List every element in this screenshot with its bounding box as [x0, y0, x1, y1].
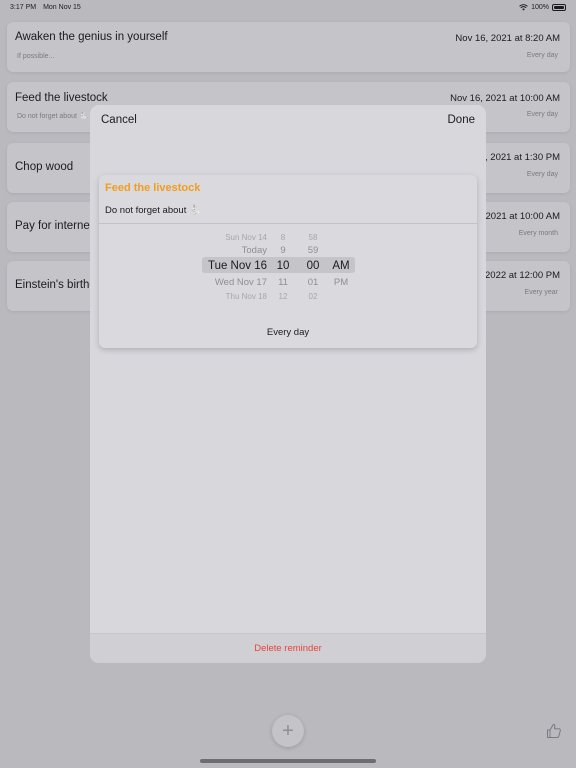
- picker-period-option[interactable]: PM: [328, 277, 354, 288]
- edit-reminder-sheet: Cancel Done Feed the livestock Do not fo…: [90, 105, 486, 663]
- status-bar: 3:17 PM Mon Nov 15 100%: [0, 0, 576, 14]
- picker-hour-option[interactable]: 12: [269, 292, 297, 301]
- reminder-frequency: Every day: [526, 111, 558, 118]
- reminder-note-field[interactable]: Do not forget about 🐇: [105, 205, 201, 216]
- reminder-date: Nov 16, 2021 at 8:20 AM: [455, 33, 560, 44]
- reminder-editor-card: Feed the livestock Do not forget about 🐇…: [99, 175, 477, 348]
- picker-day-option[interactable]: Sun Nov 14: [225, 233, 267, 242]
- picker-day-selected[interactable]: Tue Nov 16: [208, 260, 267, 272]
- picker-hour-option[interactable]: 8: [269, 233, 297, 242]
- battery-icon: [552, 3, 566, 11]
- reminder-title: Chop wood: [15, 161, 74, 173]
- done-button[interactable]: Done: [448, 114, 476, 126]
- picker-hour-option[interactable]: 11: [269, 277, 297, 288]
- picker-day-option[interactable]: Thu Nov 18: [226, 292, 267, 301]
- wifi-icon: [519, 3, 528, 10]
- reminder-date: 2022 at 12:00 PM: [485, 270, 560, 281]
- divider: [99, 223, 477, 224]
- reminder-title-field[interactable]: Feed the livestock: [105, 182, 200, 194]
- add-reminder-button[interactable]: +: [272, 715, 304, 747]
- reminder-subtitle: If possible...: [17, 53, 55, 60]
- reminder-title: Awaken the genius in yourself: [15, 31, 168, 43]
- reminder-title: Einstein's birthd: [15, 279, 96, 291]
- reminder-frequency: Every year: [524, 289, 558, 296]
- delete-reminder-button[interactable]: Delete reminder: [254, 643, 322, 654]
- reminder-frequency: Every month: [518, 230, 558, 237]
- picker-minute-option[interactable]: 01: [299, 277, 327, 288]
- thumbs-up-icon[interactable]: [546, 723, 562, 739]
- reminder-card[interactable]: Awaken the genius in yourself If possibl…: [7, 22, 570, 72]
- picker-hour-option[interactable]: 9: [269, 245, 297, 256]
- picker-minute-selected[interactable]: 00: [299, 260, 327, 272]
- picker-minute-option[interactable]: 02: [299, 292, 327, 301]
- picker-period-selected[interactable]: AM: [328, 260, 354, 272]
- reminder-title: Pay for internet: [15, 220, 93, 232]
- repeat-frequency-button[interactable]: Every day: [99, 327, 477, 338]
- reminder-frequency: Every day: [526, 52, 558, 59]
- reminder-date: 2021 at 10:00 AM: [485, 211, 560, 222]
- status-right: 100%: [519, 3, 566, 11]
- picker-day-option[interactable]: Wed Nov 17: [215, 277, 267, 288]
- cancel-button[interactable]: Cancel: [101, 114, 137, 126]
- status-date: Mon Nov 15: [43, 3, 81, 11]
- delete-bar: Delete reminder: [90, 633, 486, 663]
- picker-hour-selected[interactable]: 10: [269, 260, 297, 272]
- reminder-frequency: Every day: [526, 171, 558, 178]
- plus-icon: +: [282, 719, 294, 742]
- battery-percent: 100%: [531, 3, 549, 11]
- date-time-picker[interactable]: Sun Nov 14 Today Tue Nov 16 Wed Nov 17 T…: [99, 230, 477, 302]
- reminder-date: 6, 2021 at 1:30 PM: [479, 152, 560, 163]
- picker-minute-option[interactable]: 59: [299, 245, 327, 256]
- picker-day-option[interactable]: Today: [242, 245, 267, 256]
- reminder-subtitle: Do not forget about 🐇: [17, 113, 88, 120]
- picker-minute-option[interactable]: 58: [299, 233, 327, 242]
- reminder-title: Feed the livestock: [15, 92, 108, 104]
- status-time: 3:17 PM: [10, 3, 37, 11]
- home-indicator: [200, 759, 376, 763]
- reminder-date: Nov 16, 2021 at 10:00 AM: [450, 93, 560, 104]
